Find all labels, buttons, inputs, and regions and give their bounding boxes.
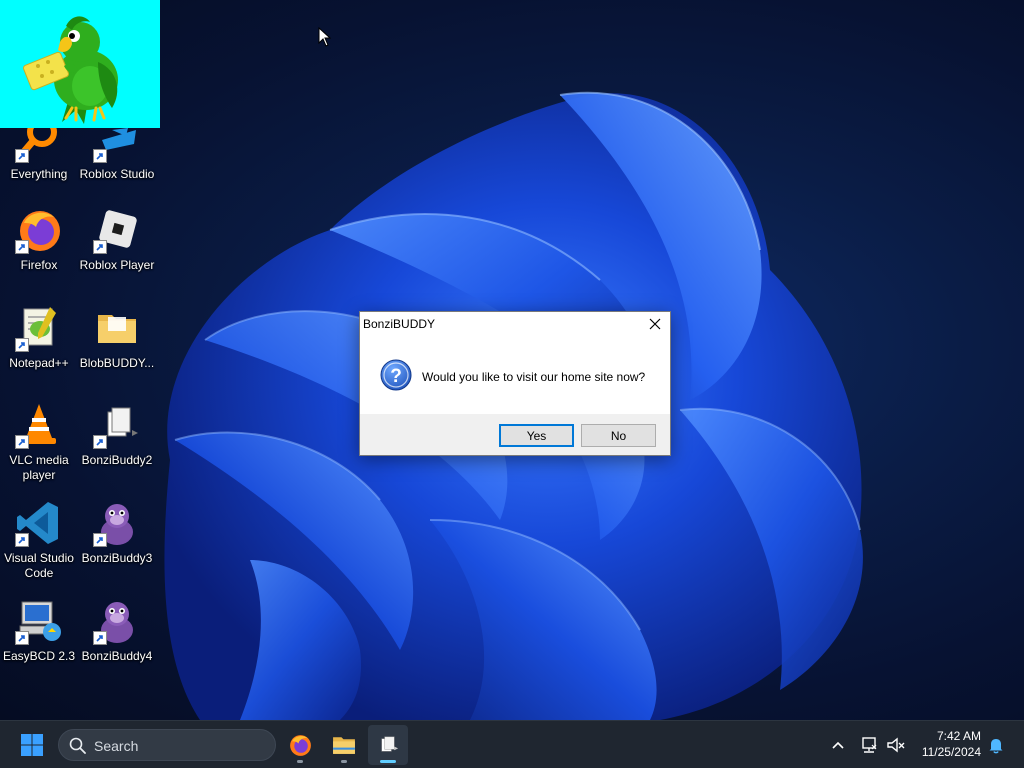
desktop-icon-label: EasyBCD 2.3 [2, 649, 76, 663]
shortcut-arrow-icon [15, 435, 29, 449]
desktop-icon-bonzibuddy4[interactable]: BonziBuddy4 [78, 594, 156, 684]
desktop-icon-vlc[interactable]: VLC media player [0, 398, 78, 488]
shortcut-arrow-icon [93, 533, 107, 547]
desktop-icon-bonzibuddy2[interactable]: BonziBuddy2 [78, 398, 156, 488]
search-icon [69, 737, 86, 754]
roblox-player-icon [92, 205, 142, 255]
close-icon [649, 318, 661, 330]
search-label: Search [94, 738, 139, 754]
desktop-icon-label: Visual Studio Code [4, 551, 74, 580]
taskbar: Search [0, 720, 1024, 768]
running-indicator [297, 760, 303, 763]
vscode-icon [14, 498, 64, 548]
no-button[interactable]: No [581, 424, 656, 447]
network-icon [862, 737, 877, 753]
taskbar-file-explorer[interactable] [324, 725, 364, 765]
desktop-icon-firefox[interactable]: Firefox [0, 203, 78, 293]
svg-text:?: ? [390, 366, 402, 387]
desktop-icon-label: Firefox [20, 258, 58, 272]
notepad-plus-plus-icon [14, 303, 64, 353]
dialog-titlebar[interactable]: BonziBUDDY [360, 312, 670, 336]
shortcut-arrow-icon [15, 533, 29, 547]
shortcut-arrow-icon [15, 338, 29, 352]
show-hidden-icons-button[interactable] [826, 733, 850, 757]
shortcut-arrow-icon [93, 631, 107, 645]
active-indicator [380, 760, 396, 763]
dialog-message: Would you like to visit our home site no… [422, 370, 646, 384]
shortcut-arrow-icon [93, 435, 107, 449]
taskbar-firefox[interactable] [280, 725, 320, 765]
desktop-icon-vscode[interactable]: Visual Studio Code [0, 496, 78, 586]
question-icon: ? [380, 359, 412, 391]
start-button[interactable] [12, 725, 52, 765]
chevron-up-icon [832, 741, 844, 749]
volume-button[interactable] [884, 733, 908, 757]
bonzi-character-window[interactable] [0, 0, 160, 128]
shortcut-arrow-icon [93, 149, 107, 163]
parrot-character [22, 16, 118, 124]
desktop-icon-label: BlobBUDDY... [79, 356, 155, 370]
network-button[interactable] [857, 733, 881, 757]
vlc-icon [14, 400, 64, 450]
mouse-pointer-icon [318, 27, 332, 47]
windows-start-icon [21, 734, 43, 756]
desktop-icon-bonzibuddy3[interactable]: BonziBuddy3 [78, 496, 156, 586]
volume-muted-icon [887, 737, 905, 753]
firefox-icon [290, 735, 311, 756]
desktop[interactable]: Everything Roblox Studio Firefox Roblox … [0, 0, 1024, 720]
clock-time[interactable]: 7:42 AM [919, 729, 981, 743]
taskbar-search[interactable]: Search [58, 729, 276, 761]
taskbar-bonzibuddy[interactable] [368, 725, 408, 765]
firefox-icon [14, 205, 64, 255]
desktop-icon-label: BonziBuddy3 [81, 551, 153, 565]
bonzibuddy-file-icon [92, 400, 142, 450]
message-dialog[interactable]: BonziBUDDY ? Would you like to visit our… [359, 311, 671, 456]
desktop-icon-label: BonziBuddy4 [81, 649, 153, 663]
close-button[interactable] [640, 312, 670, 336]
desktop-icon-label: Notepad++ [9, 356, 69, 370]
bonzibuddy-gorilla-icon [92, 596, 142, 646]
notifications-button[interactable] [984, 733, 1008, 757]
desktop-icon-label: Roblox Player [79, 258, 155, 272]
desktop-icon-blobbuddy-folder[interactable]: BlobBUDDY... [78, 301, 156, 391]
bell-icon [989, 739, 1003, 754]
desktop-icon-label: VLC media player [9, 453, 69, 482]
desktop-icon-roblox-player[interactable]: Roblox Player [78, 203, 156, 293]
desktop-icon-label: Roblox Studio [79, 167, 155, 181]
easybcd-icon [14, 596, 64, 646]
bonzibuddy-gorilla-icon [92, 498, 142, 548]
dialog-body: ? Would you like to visit our home site … [360, 336, 670, 414]
desktop-icon-easybcd[interactable]: EasyBCD 2.3 [0, 594, 78, 684]
shortcut-arrow-icon [15, 240, 29, 254]
desktop-icon-label: Everything [10, 167, 68, 181]
folder-icon [333, 737, 355, 754]
folder-icon [92, 303, 142, 353]
dialog-footer: Yes No [360, 414, 670, 455]
shortcut-arrow-icon [15, 149, 29, 163]
running-indicator [341, 760, 347, 763]
clock-date[interactable]: 11/25/2024 [915, 745, 981, 759]
desktop-icon-notepad-plus-plus[interactable]: Notepad++ [0, 301, 78, 391]
desktop-icon-label: BonziBuddy2 [81, 453, 153, 467]
shortcut-arrow-icon [93, 240, 107, 254]
yes-button[interactable]: Yes [499, 424, 574, 447]
shortcut-arrow-icon [15, 631, 29, 645]
bonzibuddy-file-icon [381, 736, 399, 752]
dialog-title: BonziBUDDY [363, 317, 436, 331]
